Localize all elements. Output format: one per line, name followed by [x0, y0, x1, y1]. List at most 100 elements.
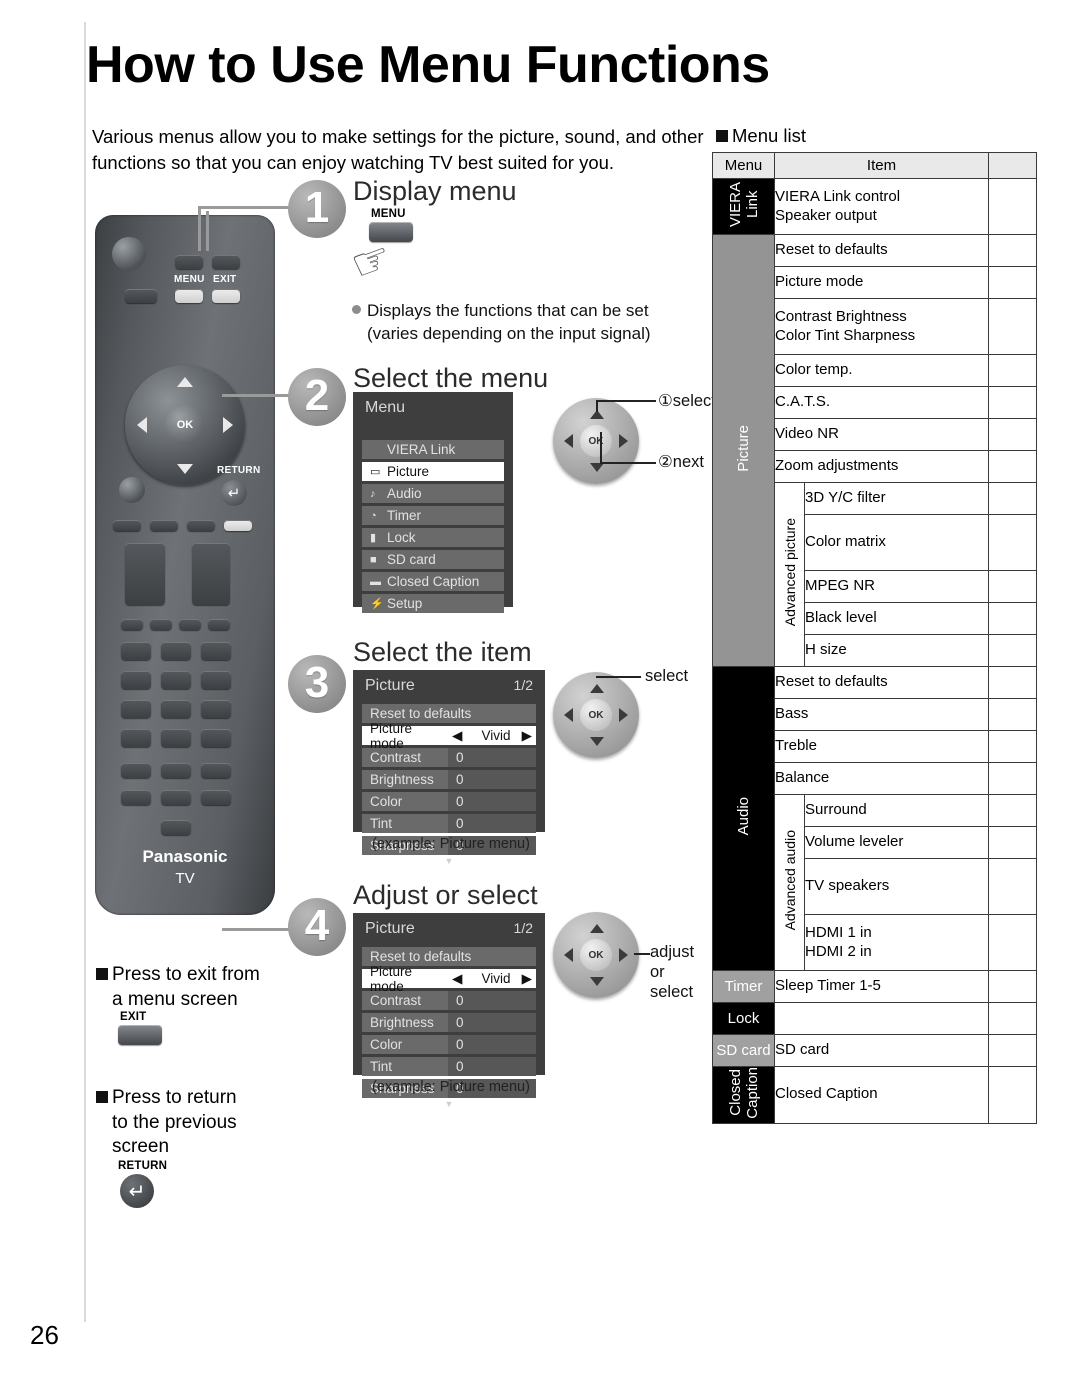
- menu-list-group-label: Picture: [735, 425, 752, 472]
- step-4-leader: [634, 953, 650, 955]
- menu-list-item-video-nr: Video NR: [774, 418, 989, 451]
- remote-side-button: [125, 289, 157, 303]
- step-4-left-arrow-icon: [564, 948, 573, 962]
- remote-return-icon: ↵: [221, 480, 247, 506]
- menu-list-subgroup-label: Advanced picture: [781, 518, 798, 627]
- osd-picture-row-color[interactable]: Color 0: [362, 792, 536, 811]
- osd-picture-row-contrast[interactable]: Contrast 0: [362, 748, 536, 767]
- osd-picture-row-tint[interactable]: Tint 0: [362, 1057, 536, 1076]
- osd-menu-item-label: SD card: [387, 552, 436, 567]
- step-1-bullet-line2: (varies depending on the input signal): [367, 323, 651, 343]
- step-2-leader-1: [596, 400, 656, 402]
- osd-picture-row-picture-mode[interactable]: Picture mode ◀ Vivid ▶: [362, 721, 536, 751]
- menu-list-item-line: Picture mode: [775, 273, 864, 291]
- intro-paragraph: Various menus allow you to make settings…: [92, 126, 704, 173]
- step-2-number: 2: [288, 368, 346, 426]
- note-square-icon-2: [96, 1091, 108, 1103]
- page-number: 26: [30, 1320, 59, 1350]
- note-exit-line2: a menu screen: [112, 988, 238, 1010]
- osd-picture-row-key: Brightness: [362, 770, 448, 789]
- osd-picture-row-brightness[interactable]: Brightness 0: [362, 1013, 536, 1032]
- menu-list-item-line: VIERA Link control: [775, 187, 901, 205]
- menu-list-item-line: Surround: [805, 801, 867, 819]
- menu-list-item-black-level: Black level: [804, 602, 989, 635]
- menu-list-row: Lock: [712, 1002, 1037, 1035]
- step-2-down-arrow-icon: [590, 463, 604, 472]
- osd-right-arrow-icon[interactable]: ▶: [522, 728, 532, 744]
- osd-picture-row-brightness[interactable]: Brightness 0: [362, 770, 536, 789]
- menu-list-group-picture: Picture: [712, 234, 775, 667]
- osd-picture-row-key: Contrast: [362, 991, 448, 1010]
- menu-list-ref-cell: [988, 514, 1037, 571]
- remote-key-6: [201, 671, 231, 689]
- menu-list-row: Timer Sleep Timer 1-5: [712, 970, 1037, 1003]
- menu-list-item-sleep-timer-1-5: Sleep Timer 1-5: [774, 970, 989, 1003]
- menu-list-header-menu: Menu: [712, 152, 775, 179]
- remote-key-5: [161, 671, 191, 689]
- remote-brand: Panasonic: [142, 847, 228, 866]
- osd-picture-row-value-text: Vivid: [481, 728, 511, 743]
- menu-list-item-zoom-adjustments: Zoom adjustments: [774, 450, 989, 483]
- step-3-note-select: select: [645, 667, 689, 685]
- menu-list-body: VIERA Link VIERA Link control Speaker outpu…: [712, 178, 1037, 1124]
- step-2-left-arrow-icon: [564, 434, 573, 448]
- osd-menu-item-setup[interactable]: ⚡ Setup: [362, 594, 504, 613]
- step-3-right-arrow-icon: [619, 708, 628, 722]
- remote-exit-label: EXIT: [213, 274, 237, 285]
- remote-power-button: [112, 237, 146, 271]
- osd-menu-item-timer[interactable]: ◔ Timer: [362, 506, 504, 525]
- menu-list-group-label-line: VIERA: [726, 181, 744, 227]
- osd-menu-item-sd-card[interactable]: ■ SD card: [362, 550, 504, 569]
- remote-key-19: [161, 820, 191, 835]
- step-3-ok-button: OK: [580, 699, 612, 731]
- osd-picture-title-text-4: Picture: [365, 920, 415, 937]
- osd-left-arrow-icon[interactable]: ◀: [452, 971, 462, 987]
- step-2-leader-2: [600, 462, 656, 464]
- menu-list-item-hdmi-1-in-hdmi-2-in: HDMI 1 in HDMI 2 in: [804, 914, 989, 971]
- remote-control-illustration: MENU EXIT OK RETURN ↵ Panasonic TV: [95, 215, 275, 915]
- menu-list-ref-cell: [988, 970, 1037, 1003]
- osd-picture-row-contrast[interactable]: Contrast 0: [362, 991, 536, 1010]
- osd-picture-row-key: Color: [362, 792, 448, 811]
- step-4-number: 4: [288, 898, 346, 956]
- menu-list-item-line: Color Tint Sharpness: [775, 326, 916, 344]
- menu-list-item-contrast-brightness-color-tint-sharpness: Contrast Brightness Color Tint Sharpness: [774, 298, 989, 355]
- menu-list-ref-cell: [988, 730, 1037, 763]
- menu-list-subgroup-advanced-picture: Advanced picture: [774, 482, 805, 667]
- note-return-key-icon: ↵: [120, 1174, 154, 1208]
- step-2-note-select: ①select: [658, 392, 716, 410]
- osd-menu-item-viera-link[interactable]: VIERA Link: [362, 440, 504, 459]
- remote-key-2: [161, 642, 191, 660]
- osd-right-arrow-icon[interactable]: ▶: [522, 971, 532, 987]
- osd-left-arrow-icon[interactable]: ◀: [452, 728, 462, 744]
- osd-menu-rows: VIERA Link ▭ Picture ♪ Audio ◔ Timer ▮ Lock ■ SD c…: [353, 440, 513, 613]
- osd-menu-icon-3: ◔: [370, 509, 377, 522]
- menu-list-item-line: Closed Caption: [775, 1085, 878, 1103]
- osd-menu-item-picture[interactable]: ▭ Picture: [362, 462, 504, 481]
- osd-picture-row-value-text: Vivid: [481, 971, 511, 986]
- osd-reset-row-4: Reset to defaults: [362, 947, 536, 966]
- menu-list-item-line: Sleep Timer 1-5: [775, 977, 881, 995]
- osd-picture-row-tint[interactable]: Tint 0: [362, 814, 536, 833]
- remote-key-13: [121, 763, 151, 778]
- osd-picture-row-color[interactable]: Color 0: [362, 1035, 536, 1054]
- menu-list-ref-cell: [988, 602, 1037, 635]
- menu-list-group-closed-caption: Closed Caption: [712, 1066, 775, 1124]
- step-3-cursor-pad: OK: [553, 672, 639, 758]
- osd-menu-item-lock[interactable]: ▮ Lock: [362, 528, 504, 547]
- osd-scroll-down-icon-4: ▼: [444, 1099, 454, 1109]
- remote-key-18: [201, 790, 231, 805]
- remote-top-button-b: [212, 255, 240, 269]
- step-4-ok-button: OK: [580, 939, 612, 971]
- menu-list-item-bass: Bass: [774, 698, 989, 731]
- osd-menu-item-audio[interactable]: ♪ Audio: [362, 484, 504, 503]
- osd-picture-row-picture-mode[interactable]: Picture mode ◀ Vivid ▶: [362, 964, 536, 994]
- osd-picture-row-value: 0: [448, 1013, 536, 1032]
- menu-list-item-reset-to-defaults: Reset to defaults: [774, 234, 989, 267]
- menu-list-item-sd-card: SD card: [774, 1034, 989, 1067]
- menu-list-item-line: Color temp.: [775, 361, 853, 379]
- osd-menu-item-closed-caption[interactable]: ▬ Closed Caption: [362, 572, 504, 591]
- osd-picture-screen-3: Picture 1/2 Reset to defaults Picture mo…: [353, 670, 545, 866]
- osd-menu-icon-2: ♪: [370, 487, 376, 500]
- remote-small-button-3: [179, 619, 201, 630]
